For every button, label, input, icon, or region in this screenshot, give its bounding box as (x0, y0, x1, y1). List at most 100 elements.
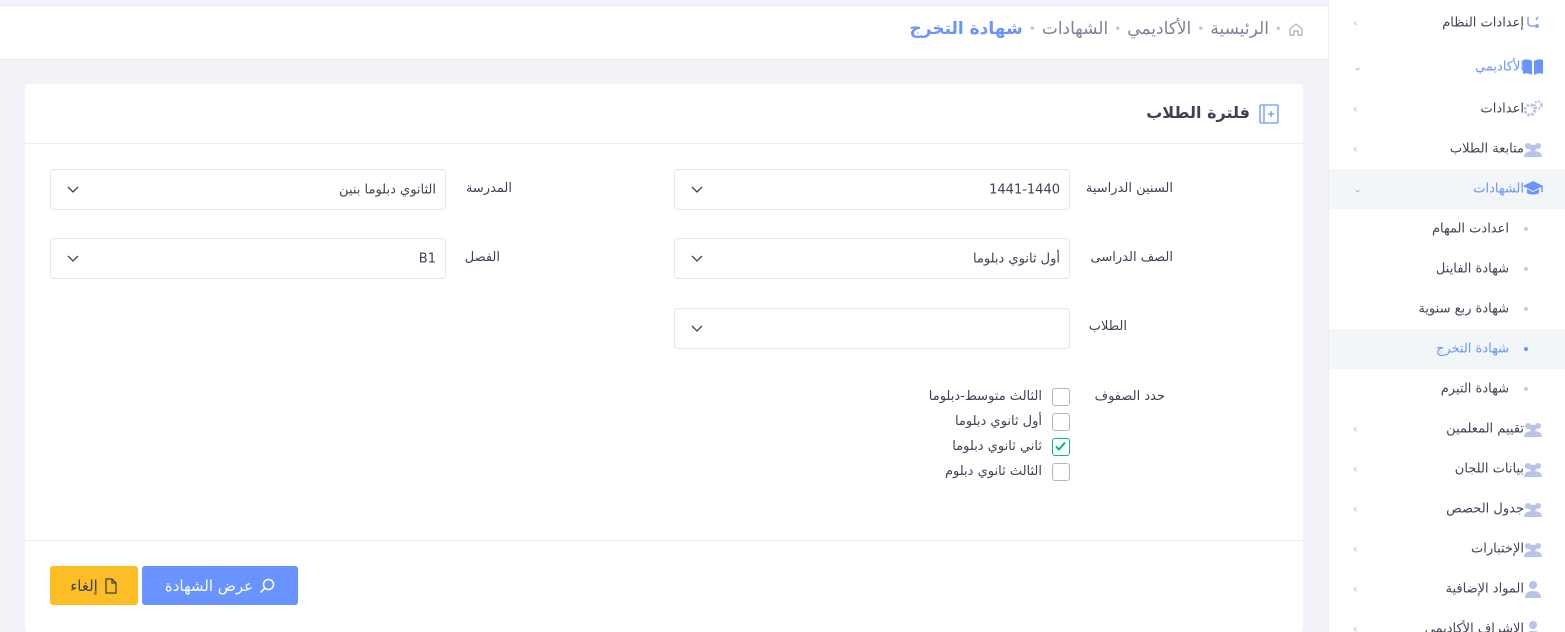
sidebar-item-timetable[interactable]: جدول الحصص › (1329, 489, 1565, 529)
checkbox[interactable] (1052, 413, 1070, 431)
student-label: الطلاب (1088, 319, 1127, 334)
breadcrumb-separator: • (1197, 22, 1205, 36)
cancel-button-label: إلغاء (70, 576, 98, 595)
sidebar-item-committees[interactable]: بيانات اللجان › (1329, 449, 1565, 489)
sidebar-item-label: شهادة التيرم (1440, 381, 1509, 397)
chevron-down-icon (67, 186, 79, 193)
chevron-down-icon (691, 325, 703, 332)
breadcrumb-separator: • (1274, 22, 1282, 36)
dot-icon (1524, 227, 1528, 231)
plus-square-icon (1259, 104, 1279, 124)
student-select[interactable] (674, 308, 1070, 349)
school-value: الثانوي دبلوما بنين (339, 182, 436, 197)
sidebar: إعدادات النظام › الأكاديمي ⌄ اعدادات › م… (1328, 0, 1565, 632)
sidebar-item-settings[interactable]: اعدادات › (1329, 89, 1565, 129)
breadcrumb-separator: • (1114, 22, 1122, 36)
settings-icon (1522, 14, 1544, 32)
sidebar-item-label: متابعة الطلاب (1449, 141, 1524, 157)
grade-option[interactable]: ثاني ثانوي دبلوما (670, 438, 1070, 458)
sidebar-item-label: المواد الإضافية (1445, 581, 1524, 597)
grade-option[interactable]: الثالث متوسط-دبلوما (670, 388, 1070, 408)
show-certificate-button[interactable]: عرض الشهادة (142, 566, 298, 605)
sidebar-subitem-task-settings[interactable]: اعدادت المهام (1329, 209, 1565, 249)
users-icon (1522, 460, 1544, 478)
dot-icon (1524, 267, 1528, 271)
users-icon (1522, 540, 1544, 558)
class-value: B1 (418, 251, 436, 266)
grade-option[interactable]: أول ثانوي دبلوما (670, 413, 1070, 433)
sidebar-item-label: الشهادات (1473, 181, 1524, 197)
chevron-left-icon: › (1353, 16, 1358, 30)
home-icon[interactable] (1288, 21, 1304, 37)
sidebar-item-label: الأكاديمي (1475, 59, 1524, 75)
grade-option-label: أول ثانوي دبلوما (954, 414, 1042, 429)
show-certificate-button-label: عرض الشهادة (164, 576, 254, 595)
sidebar-item-label: بيانات اللجان (1454, 461, 1524, 477)
grade-option-label: الثالث متوسط-دبلوما (928, 389, 1042, 404)
grade-value: أول ثانوي دبلوما (972, 251, 1060, 266)
chevron-left-icon: › (1353, 542, 1358, 556)
chevron-down-icon: ⌄ (1353, 60, 1363, 74)
sidebar-item-label: الإشراف الأكاديمي (1424, 621, 1524, 632)
breadcrumb-item-certificates[interactable]: الشهادات (1042, 19, 1108, 39)
subheader: • الرئيسية • الأكاديمي • الشهادات • شهاد… (0, 5, 1328, 60)
graduation-cap-icon (1522, 180, 1544, 198)
checkbox[interactable] (1052, 388, 1070, 406)
chevron-down-icon (691, 186, 703, 193)
checkbox[interactable] (1052, 463, 1070, 481)
chevron-left-icon: › (1353, 102, 1358, 116)
class-label: الفصل (464, 250, 500, 265)
sidebar-subitem-quarterly-certificate[interactable]: شهادة ربع سنوية (1329, 289, 1565, 329)
chevron-left-icon: › (1353, 422, 1358, 436)
gears-icon (1522, 100, 1544, 118)
breadcrumb: • الرئيسية • الأكاديمي • الشهادات • شهاد… (910, 19, 1305, 39)
breadcrumb-item-home[interactable]: الرئيسية (1210, 19, 1269, 39)
checkbox-checked[interactable] (1052, 438, 1070, 456)
grade-select[interactable]: أول ثانوي دبلوما (674, 238, 1070, 279)
years-select[interactable]: 1441-1440 (674, 169, 1070, 210)
cancel-button[interactable]: إلغاء (50, 566, 138, 605)
grade-option[interactable]: الثالث ثانوي دبلوم (670, 463, 1070, 483)
sidebar-item-system-settings[interactable]: إعدادات النظام › (1329, 3, 1565, 43)
sidebar-subitem-final-certificate[interactable]: شهادة الفاينل (1329, 249, 1565, 289)
sidebar-item-certificates[interactable]: الشهادات ⌄ (1329, 169, 1565, 209)
sidebar-item-students-followup[interactable]: متابعة الطلاب › (1329, 129, 1565, 169)
chevron-down-icon: ⌄ (1353, 182, 1363, 196)
dot-icon (1524, 347, 1528, 351)
sidebar-item-label: تقييم المعلمين (1446, 421, 1524, 437)
sidebar-item-label: شهادة ربع سنوية (1418, 301, 1509, 317)
users-icon (1522, 140, 1544, 158)
grades-select-label: حدد الصفوف (1094, 389, 1165, 404)
users-icon (1522, 420, 1544, 438)
users-icon (1522, 500, 1544, 518)
chevron-left-icon: › (1353, 502, 1358, 516)
class-select[interactable]: B1 (50, 238, 446, 279)
chevron-left-icon: › (1353, 142, 1358, 156)
user-icon (1522, 580, 1544, 598)
chevron-down-icon (67, 255, 79, 262)
sidebar-item-exams[interactable]: الإختبارات › (1329, 529, 1565, 569)
sidebar-subitem-graduation-certificate[interactable]: شهادة التخرج (1329, 329, 1565, 369)
filter-card: فلترة الطلاب السنين الدراسية 1441-1440 ا… (25, 84, 1303, 632)
sidebar-item-academic[interactable]: الأكاديمي ⌄ (1329, 47, 1565, 87)
grade-label: الصف الدراسى (1090, 250, 1173, 265)
sidebar-item-teacher-evaluation[interactable]: تقييم المعلمين › (1329, 409, 1565, 449)
sidebar-item-label: اعدادات (1480, 101, 1524, 117)
years-label: السنين الدراسية (1085, 181, 1173, 196)
years-value: 1441-1440 (989, 182, 1060, 197)
check-icon (1055, 441, 1066, 451)
card-header: فلترة الطلاب (25, 84, 1303, 144)
sidebar-item-extra-subjects[interactable]: المواد الإضافية › (1329, 569, 1565, 609)
book-icon (1522, 58, 1544, 76)
search-icon (260, 578, 275, 593)
sidebar-item-academic-supervision[interactable]: الإشراف الأكاديمي › (1329, 609, 1565, 632)
school-select[interactable]: الثانوي دبلوما بنين (50, 169, 446, 210)
dot-icon (1524, 387, 1528, 391)
chevron-left-icon: › (1353, 622, 1358, 632)
chevron-left-icon: › (1353, 462, 1358, 476)
breadcrumb-separator: • (1028, 22, 1036, 36)
breadcrumb-item-academic[interactable]: الأكاديمي (1127, 19, 1191, 39)
sidebar-item-label: شهادة الفاينل (1435, 261, 1509, 277)
sidebar-item-label: جدول الحصص (1446, 501, 1524, 517)
sidebar-subitem-term-certificate[interactable]: شهادة التيرم (1329, 369, 1565, 409)
